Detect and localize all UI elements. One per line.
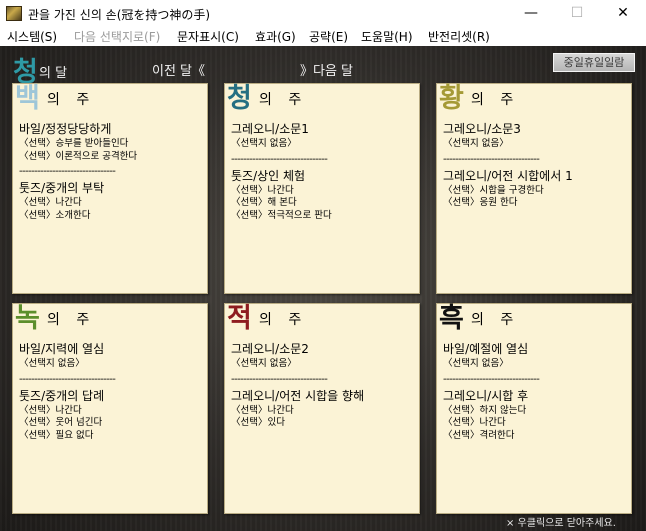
choice-text: 〈선택〉웃어 넘긴다 [19, 417, 103, 428]
divider: -------------------------------- [231, 153, 328, 165]
event-title: 툿즈/중개의 부탁 [19, 181, 105, 195]
choice-text: 〈선택지 없음〉 [231, 138, 297, 149]
choice-text: 〈선택〉나간다 [231, 404, 294, 416]
week-panel-black: 흑 의 주 바일/예절에 열심 〈선택지 없음〉 ---------------… [436, 303, 632, 514]
choice-text: 〈선택〉필요 없다 [19, 429, 94, 441]
menu-reset[interactable]: 반전리셋(R) [428, 28, 490, 45]
divider: -------------------------------- [231, 373, 328, 385]
week-suffix: 의 주 [47, 92, 96, 108]
choice-text: 〈선택〉나간다 [443, 417, 506, 428]
week-name: 황 [439, 83, 464, 114]
choice-text: 〈선택지 없음〉 [19, 358, 85, 369]
divider: -------------------------------- [443, 373, 540, 385]
event-title: 그레오니/시합 후 [443, 388, 529, 403]
choice-text: 〈선택〉나간다 [19, 197, 82, 208]
menu-walkthrough[interactable]: 공략(E) [309, 28, 348, 45]
week-panel-green: 녹 의 주 바일/지력에 열심 〈선택지 없음〉 ---------------… [12, 303, 208, 514]
month-suffix: 의 달 [39, 66, 68, 81]
menu-text-display[interactable]: 문자표시(C) [177, 28, 239, 45]
choice-text: 〈선택〉시합을 구경한다 [443, 184, 544, 196]
week-suffix: 의 주 [259, 92, 308, 108]
menu-system[interactable]: 시스템(S) [7, 28, 57, 45]
event-title: 그레오니/소문2 [231, 342, 309, 356]
event-title: 툿즈/중개의 답례 [19, 388, 105, 403]
divider: -------------------------------- [443, 153, 540, 165]
window-title: 관을 가진 신의 손(冠を持つ神の手) [28, 8, 211, 22]
week-name: 적 [227, 303, 252, 334]
week-name: 청 [227, 83, 252, 114]
week-suffix: 의 주 [47, 312, 96, 328]
choice-text: 〈선택〉나간다 [231, 184, 294, 196]
choice-text: 〈선택지 없음〉 [443, 138, 509, 149]
week-suffix: 의 주 [471, 312, 520, 328]
divider: -------------------------------- [19, 373, 116, 385]
choice-text: 〈선택지 없음〉 [443, 358, 509, 369]
event-title: 그레오니/어전 시합을 향해 [231, 388, 365, 403]
close-hint: × 우클릭으로 닫아주세요. [506, 518, 616, 529]
title-bar: 관을 가진 신의 손(冠を持つ神の手) — ☐ ✕ [0, 0, 646, 26]
close-button[interactable]: ✕ [600, 0, 646, 26]
event-title: 그레오니/어전 시합에서 1 [443, 168, 573, 183]
next-month-button[interactable]: 》다음 달 [300, 60, 353, 79]
event-title: 바일/지력에 열심 [19, 342, 105, 356]
week-panel-white: 백 의 주 바일/정정당당하게 〈선택〉승부를 받아들인다 〈선택〉이론적으로 … [12, 83, 208, 294]
prev-month-button[interactable]: 이전 달《 [152, 60, 205, 79]
holiday-list-button[interactable]: 중일휴일일람 [553, 53, 635, 72]
event-title: 바일/정정당당하게 [19, 122, 112, 136]
week-name: 흑 [439, 303, 464, 334]
event-title: 그레오니/소문3 [443, 122, 521, 136]
choice-text: 〈선택〉적극적으로 판다 [231, 209, 332, 221]
minimize-button[interactable]: — [508, 0, 554, 26]
maximize-button[interactable]: ☐ [554, 0, 600, 26]
week-panel-red: 적 의 주 그레오니/소문2 〈선택지 없음〉 ----------------… [224, 303, 420, 514]
event-title: 툿즈/상인 체험 [231, 168, 306, 183]
choice-text: 〈선택〉하지 않는다 [443, 404, 527, 416]
menu-effects[interactable]: 효과(G) [255, 28, 296, 45]
choice-text: 〈선택〉해 본다 [231, 197, 297, 208]
week-name: 백 [15, 83, 40, 114]
menu-bar: 시스템(S) 다음 선택지로(F) 문자표시(C) 효과(G) 공략(E) 도움… [0, 26, 646, 46]
choice-text: 〈선택〉나간다 [19, 404, 82, 416]
app-icon [6, 6, 22, 21]
calendar-view: 청 의 달 이전 달《 》다음 달 중일휴일일람 백 의 주 바일/정정당당하게… [0, 46, 646, 531]
event-title: 바일/예절에 열심 [443, 342, 529, 356]
menu-next-choice[interactable]: 다음 선택지로(F) [74, 28, 160, 45]
choice-text: 〈선택〉격려한다 [443, 429, 515, 441]
week-suffix: 의 주 [259, 312, 308, 328]
choice-text: 〈선택〉응원 한다 [443, 197, 518, 208]
week-name: 녹 [15, 303, 40, 334]
choice-text: 〈선택지 없음〉 [231, 358, 297, 369]
week-panel-blue: 청 의 주 그레오니/소문1 〈선택지 없음〉 ----------------… [224, 83, 420, 294]
choice-text: 〈선택〉이론적으로 공격한다 [19, 150, 138, 162]
choice-text: 〈선택〉승부를 받아들인다 [19, 138, 129, 149]
week-suffix: 의 주 [471, 92, 520, 108]
menu-help[interactable]: 도움말(H) [361, 28, 413, 45]
choice-text: 〈선택〉소개한다 [19, 209, 91, 221]
divider: -------------------------------- [19, 166, 116, 177]
choice-text: 〈선택〉있다 [231, 417, 285, 428]
week-panel-yellow: 황 의 주 그레오니/소문3 〈선택지 없음〉 ----------------… [436, 83, 632, 294]
event-title: 그레오니/소문1 [231, 122, 309, 136]
